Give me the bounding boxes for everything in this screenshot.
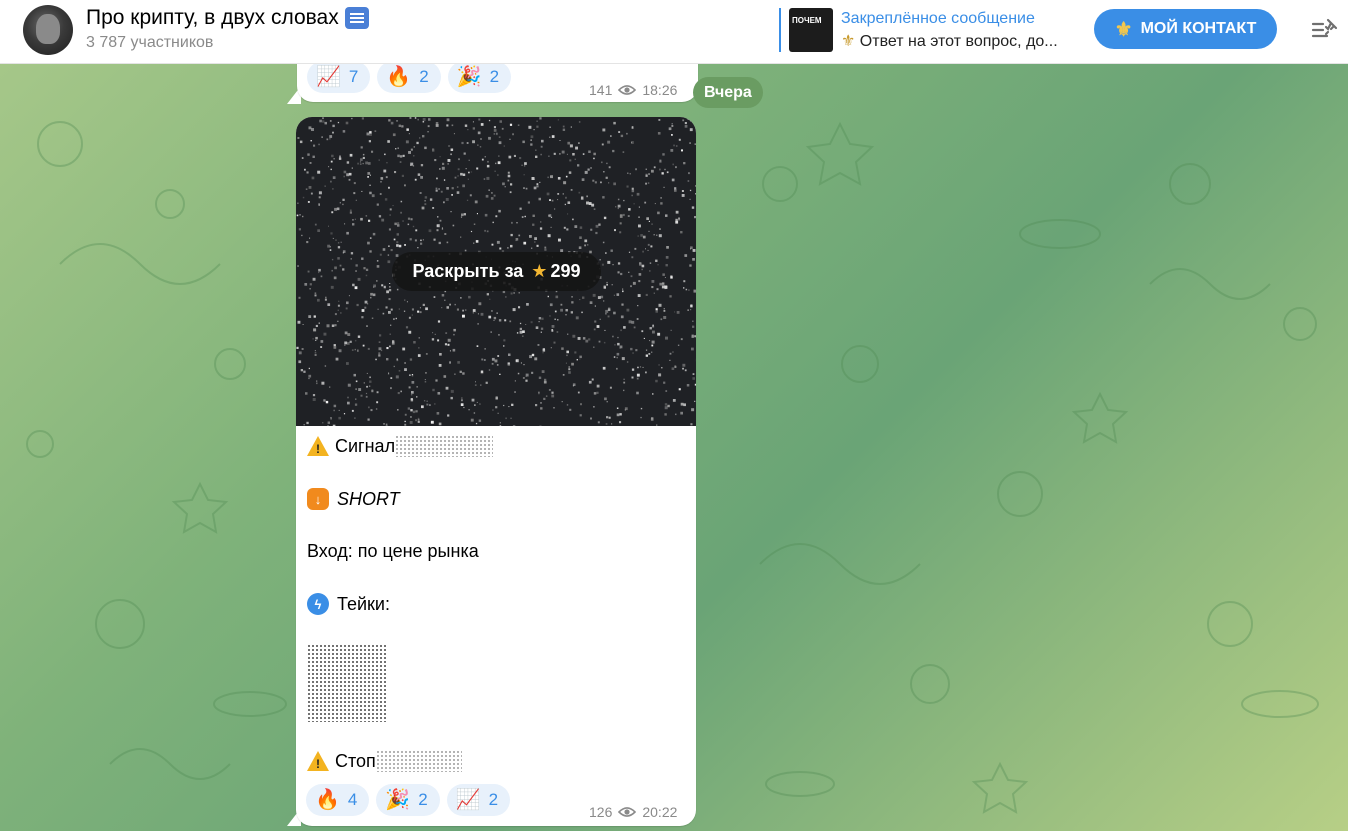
reaction-count: 4 [347, 790, 358, 809]
warning-icon: ! [307, 751, 329, 771]
reactions-row: 📈 7 🔥 2 🎉 2 [307, 61, 512, 93]
subscriber-count: 3 787 участников [86, 34, 214, 51]
reveal-paid-button[interactable]: Раскрыть за ★ 299 [392, 252, 601, 291]
stop-line: ! Стоп [307, 750, 462, 772]
channel-avatar[interactable] [23, 5, 73, 55]
stop-label: Стоп [335, 750, 376, 771]
document-emoji-icon [344, 7, 369, 29]
reaction-count: 2 [419, 67, 429, 86]
reveal-label: Раскрыть за [412, 261, 524, 281]
reaction-count: 2 [489, 67, 500, 86]
pinned-label: Закреплённое сообщение [841, 9, 1035, 27]
entry-line: Вход: по цене рынка [307, 541, 479, 562]
chart-up-emoji-icon: 📈 [455, 789, 481, 811]
reaction-fire[interactable]: 🔥 4 [306, 784, 370, 816]
pinned-list-icon[interactable] [1310, 16, 1340, 44]
message-meta: 126 20:22 [589, 804, 677, 820]
fleur-de-lis-icon: ⚜ [841, 32, 856, 50]
star-icon: ★ [526, 261, 548, 281]
reaction-chart-up[interactable]: 📈 7 [307, 61, 371, 93]
date-separator[interactable]: Вчера [693, 77, 763, 108]
direction-line: ↓ SHORT [307, 488, 400, 510]
channel-title-text: Про крипту, в двух словах [86, 6, 339, 29]
reaction-party[interactable]: 🎉 2 [376, 784, 440, 816]
signal-line: ! Сигнал [307, 435, 494, 457]
eye-icon [618, 85, 637, 95]
party-emoji-icon: 🎉 [385, 789, 411, 811]
entry-text: Вход: по цене рынка [307, 541, 479, 561]
reveal-price: 299 [550, 261, 581, 281]
direction-text: SHORT [337, 488, 400, 509]
message-time: 18:26 [642, 82, 678, 98]
channel-title[interactable]: Про крипту, в двух словах [86, 6, 369, 30]
my-contact-label: МОЙ КОНТАКТ [1140, 20, 1257, 37]
reaction-count: 2 [488, 790, 499, 809]
view-count: 126 [589, 804, 613, 820]
my-contact-button[interactable]: ⚜ МОЙ КОНТАКТ [1094, 9, 1277, 49]
signal-label: Сигнал [335, 435, 396, 456]
pinned-preview-text: Ответ на этот вопрос, до... [859, 32, 1058, 50]
reaction-chart-up[interactable]: 📈 2 [446, 784, 511, 816]
eye-icon [618, 807, 637, 817]
chart-up-emoji-icon: 📈 [316, 66, 341, 88]
reaction-party[interactable]: 🎉 2 [447, 61, 512, 93]
fire-emoji-icon: 🔥 [315, 789, 340, 811]
arrow-down-icon: ↓ [307, 488, 329, 510]
fleur-de-lis-icon: ⚜ [1114, 18, 1133, 41]
chat-header: Про крипту, в двух словах 3 787 участник… [0, 0, 1348, 64]
spoiler-hidden-block[interactable] [307, 644, 387, 722]
reaction-count: 7 [348, 67, 359, 86]
pinned-thumbnail: ПОЧЕМ [789, 8, 833, 52]
lightning-icon: ϟ [307, 593, 329, 615]
message-bubble-signal[interactable]: Раскрыть за ★ 299 ! Сигнал ↓ SHORT Вход:… [296, 117, 696, 826]
spoiler-hidden-text[interactable] [375, 750, 462, 772]
reaction-count: 2 [418, 790, 428, 809]
fire-emoji-icon: 🔥 [386, 66, 412, 88]
pinned-message-bar[interactable]: ПОЧЕМ Закреплённое сообщение ⚜ Ответ на … [779, 8, 1079, 52]
party-emoji-icon: 🎉 [456, 66, 482, 88]
message-time: 20:22 [642, 804, 678, 820]
reactions-row: 🔥 4 🎉 2 📈 2 [306, 784, 511, 816]
paid-media-preview[interactable]: Раскрыть за ★ 299 [296, 117, 696, 426]
takes-line: ϟ Тейки: [307, 593, 390, 615]
message-meta: 141 18:26 [589, 82, 677, 98]
warning-icon: ! [307, 436, 329, 456]
pinned-thumbnail-text: ПОЧЕМ [792, 16, 822, 25]
reaction-fire[interactable]: 🔥 2 [377, 61, 441, 93]
takes-label: Тейки: [337, 593, 390, 614]
pinned-preview: ⚜ Ответ на этот вопрос, до... [841, 31, 1058, 51]
spoiler-hidden-text[interactable] [395, 435, 494, 457]
view-count: 141 [589, 82, 613, 98]
